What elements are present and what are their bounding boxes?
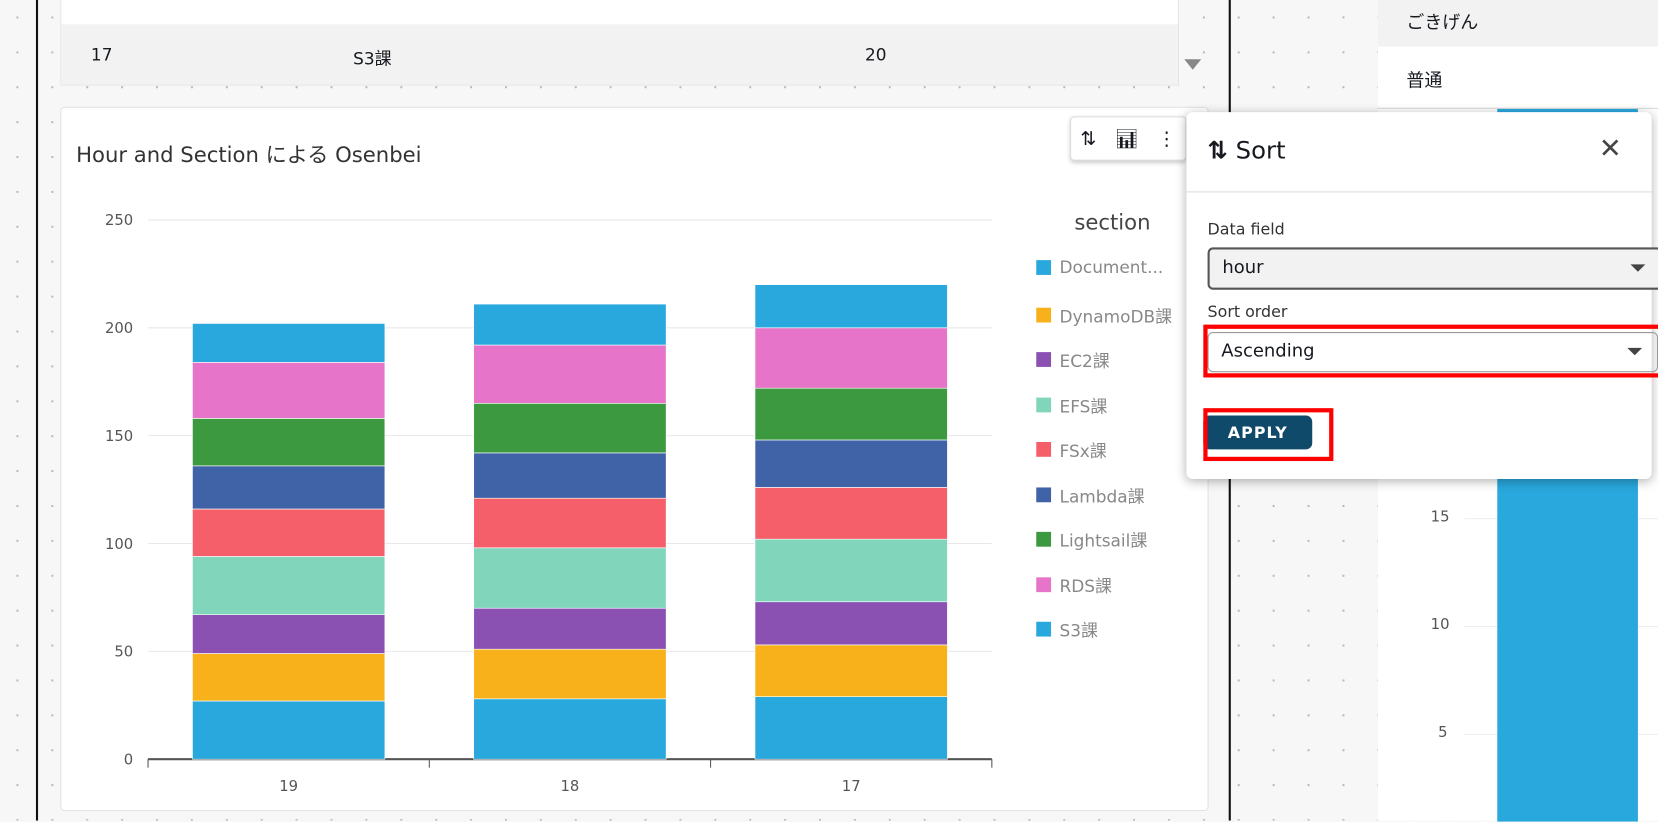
legend-swatch — [1036, 307, 1052, 322]
bar-segment — [754, 538, 948, 603]
sort-icon: ⇅ — [1207, 137, 1228, 165]
chevron-down-icon — [1630, 264, 1646, 272]
legend-label: EFS課 — [1059, 395, 1108, 417]
cell: 普通 — [1406, 70, 1443, 92]
legend-item[interactable]: Document... — [1036, 257, 1163, 277]
bar-segment — [754, 327, 948, 389]
sort-order-label: Sort order — [1207, 302, 1288, 322]
y-tick-label: 100 — [105, 536, 133, 553]
legend-label: EC2課 — [1059, 351, 1110, 372]
data-field-select[interactable]: hour — [1207, 247, 1658, 290]
close-icon[interactable]: ✕ — [1599, 133, 1622, 165]
legend-label: Lambda課 — [1059, 485, 1145, 506]
y-tick: 15 — [1430, 508, 1450, 526]
bar-chart-icon[interactable]: 📊︎ — [1115, 127, 1139, 149]
y-tick-label: 0 — [124, 752, 133, 769]
legend-item[interactable]: FSx課 — [1036, 437, 1107, 462]
legend-item[interactable]: DynamoDB課 — [1036, 302, 1172, 327]
legend-item[interactable]: EFS課 — [1036, 392, 1107, 417]
sort-icon[interactable]: ⇅ — [1080, 127, 1096, 149]
y-tick: 10 — [1430, 616, 1450, 634]
y-tick-label: 50 — [114, 644, 133, 661]
bar-segment — [754, 284, 948, 329]
legend-label: FSx課 — [1059, 440, 1107, 462]
popup-header: ⇅ Sort — [1208, 137, 1286, 164]
bar-segment — [473, 452, 667, 499]
bar-segment — [192, 418, 386, 467]
legend-item[interactable]: RDS課 — [1036, 572, 1112, 597]
bar-segment — [754, 601, 948, 646]
table-row[interactable]: 17 S3課 20 — [61, 24, 1178, 85]
visual-toolbar: ⇅ 📊︎ ⋮ — [1070, 116, 1187, 161]
data-table: 17 S3課 20 — [60, 0, 1180, 86]
data-field-label: Data field — [1207, 219, 1285, 239]
table-row[interactable]: 普通 — [1377, 47, 1658, 109]
bar-segment — [473, 402, 667, 454]
legend-label: RDS課 — [1059, 575, 1112, 596]
cell: ごきげん — [1406, 12, 1479, 34]
legend-swatch — [1036, 486, 1052, 502]
legend-title: section — [1074, 209, 1151, 235]
legend-label: DynamoDB課 — [1059, 306, 1173, 327]
scroll-down-icon[interactable] — [1184, 59, 1202, 70]
sort-popup: ⇅ Sort ✕ Data field hour Sort order Asce… — [1186, 112, 1658, 480]
bar-segment — [754, 439, 948, 488]
highlight-box — [1203, 408, 1334, 462]
y-tick-label: 250 — [105, 212, 133, 229]
selected-value: hour — [1222, 256, 1264, 279]
bar-segment — [192, 653, 386, 702]
cell-section: S3課 — [353, 48, 392, 69]
bar-segment — [754, 487, 948, 540]
bar-segment — [754, 644, 948, 697]
cell-hour: 17 — [90, 44, 113, 65]
stacked-bar-chart: 0 50 100 150 200 250 19 18 17 — [105, 212, 993, 795]
legend-label: Lightsail課 — [1059, 530, 1148, 551]
legend-item[interactable]: Lambda課 — [1036, 482, 1145, 507]
bar-segment — [192, 556, 386, 616]
legend-item[interactable]: Lightsail課 — [1036, 527, 1147, 552]
legend-swatch — [1036, 441, 1052, 457]
bar-segment — [754, 696, 948, 760]
bar-segment — [192, 700, 386, 760]
x-tick-label: 17 — [842, 778, 861, 795]
bar-segment — [473, 344, 667, 404]
bar-segment — [473, 698, 667, 760]
bar-segment — [473, 497, 667, 549]
bar-segment — [192, 465, 386, 510]
legend-swatch — [1036, 259, 1052, 275]
bar-segment — [754, 387, 948, 441]
legend-label: S3課 — [1059, 620, 1098, 641]
legend-swatch — [1036, 576, 1052, 592]
bar-segment — [473, 648, 667, 700]
legend-item[interactable]: EC2課 — [1036, 347, 1110, 372]
bar-segment — [473, 607, 667, 650]
table-row[interactable]: ごきげん — [1377, 0, 1658, 47]
bar-segment — [192, 508, 386, 557]
bar-segment — [192, 614, 386, 654]
y-tick-label: 150 — [105, 428, 133, 445]
divider — [35, 0, 39, 821]
bar-segment — [473, 303, 667, 346]
highlight-box — [1203, 324, 1658, 378]
bar-segment — [192, 323, 386, 363]
x-tick-label: 19 — [279, 778, 298, 795]
y-tick: 5 — [1438, 724, 1448, 742]
legend-label: Document... — [1059, 256, 1164, 278]
chart-visual: Hour and Section による Osenbei ⇅ 📊︎ ⋮ 0 50 1… — [60, 106, 1209, 812]
legend-swatch — [1036, 531, 1052, 547]
more-vertical-icon[interactable]: ⋮ — [1157, 127, 1176, 149]
x-tick-label: 18 — [561, 778, 580, 795]
legend-swatch — [1036, 621, 1052, 637]
bar-segment — [192, 361, 386, 419]
legend-swatch — [1036, 352, 1052, 367]
cell-value: 20 — [864, 44, 887, 65]
legend-swatch — [1036, 397, 1052, 412]
y-tick-label: 200 — [105, 320, 133, 337]
legend-item[interactable]: S3課 — [1036, 616, 1098, 641]
bar-segment — [473, 547, 667, 609]
popup-title: Sort — [1235, 137, 1286, 165]
